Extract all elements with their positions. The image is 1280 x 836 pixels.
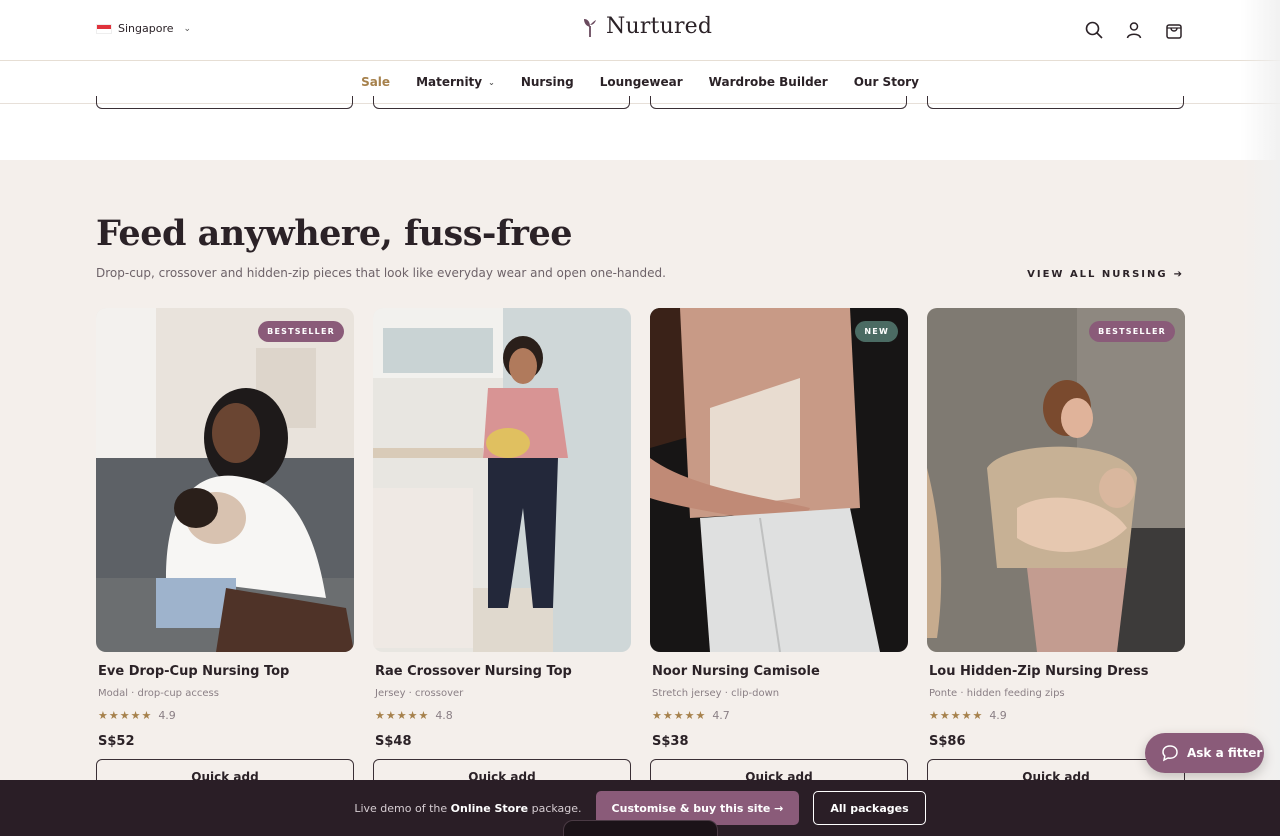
section-subtitle: Drop-cup, crossover and hidden-zip piece…	[96, 266, 666, 280]
chat-bubble-icon	[1162, 745, 1178, 762]
star-rating-icon: ★★★★★	[652, 709, 707, 722]
product-photo	[650, 308, 908, 652]
arrow-right-icon: ➔	[1173, 269, 1184, 280]
brand-logo[interactable]: Nurtured	[582, 14, 712, 39]
nav-item-sale[interactable]: Sale	[361, 75, 390, 89]
product-card[interactable]: BESTSELLER Eve Drop-Cup Nursing Top Moda…	[96, 308, 354, 795]
product-rating: ★★★★★ 4.7	[652, 709, 730, 722]
product-image[interactable]: NEW	[650, 308, 908, 652]
product-rating: ★★★★★ 4.9	[98, 709, 176, 722]
product-name[interactable]: Noor Nursing Camisole	[650, 664, 908, 679]
ask-a-fitter-button[interactable]: Ask a fitter	[1145, 733, 1264, 773]
product-meta: Modal · drop-cup access	[98, 688, 219, 699]
brand-name: Nurtured	[606, 14, 713, 39]
product-meta: Jersey · crossover	[375, 688, 464, 699]
sprout-icon	[584, 18, 596, 37]
product-name[interactable]: Eve Drop-Cup Nursing Top	[96, 664, 354, 679]
product-rating: ★★★★★ 4.8	[375, 709, 453, 722]
all-packages-button[interactable]: All packages	[813, 791, 926, 825]
singapore-flag-icon	[96, 23, 112, 34]
section-title: Feed anywhere, fuss-free	[96, 213, 572, 254]
product-image[interactable]	[373, 308, 631, 652]
product-image[interactable]: BESTSELLER	[927, 308, 1185, 652]
bestseller-badge: BESTSELLER	[258, 321, 344, 342]
product-image[interactable]: BESTSELLER	[96, 308, 354, 652]
region-label: Singapore	[118, 22, 174, 35]
star-rating-icon: ★★★★★	[375, 709, 430, 722]
star-rating-icon: ★★★★★	[929, 709, 984, 722]
tool-dock[interactable]	[563, 820, 718, 836]
product-name[interactable]: Rae Crossover Nursing Top	[373, 664, 631, 679]
new-badge: NEW	[855, 321, 898, 342]
previous-quick-add-button[interactable]	[650, 96, 907, 109]
account-icon[interactable]	[1124, 20, 1144, 40]
nav-item-maternity[interactable]: Maternity ⌄	[416, 75, 495, 89]
product-price: S$38	[652, 734, 689, 749]
product-name[interactable]: Lou Hidden-Zip Nursing Dress	[927, 664, 1185, 679]
product-price: S$52	[98, 734, 135, 749]
nav-item-our-story[interactable]: Our Story	[854, 75, 919, 89]
nav-item-wardrobe-builder[interactable]: Wardrobe Builder	[709, 75, 828, 89]
demo-text: Live demo of the Online Store package.	[354, 801, 582, 815]
previous-quick-add-button[interactable]	[927, 96, 1184, 109]
product-meta: Stretch jersey · clip-down	[652, 688, 780, 699]
product-card[interactable]: Rae Crossover Nursing Top Jersey · cross…	[373, 308, 631, 795]
chevron-down-icon: ⌄	[183, 23, 192, 34]
previous-quick-add-button[interactable]	[96, 96, 353, 109]
bag-icon[interactable]	[1164, 20, 1184, 40]
search-icon[interactable]	[1084, 20, 1104, 40]
product-card[interactable]: NEW Noor Nursing Camisole Stretch jersey…	[650, 308, 908, 795]
previous-section	[0, 104, 1280, 160]
view-all-nursing-link[interactable]: VIEW ALL NURSING ➔	[1027, 269, 1184, 280]
product-photo	[96, 308, 354, 652]
nav-item-nursing[interactable]: Nursing	[521, 75, 574, 89]
product-card[interactable]: BESTSELLER Lou Hidden-Zip Nursing Dress …	[927, 308, 1185, 795]
product-photo	[927, 308, 1185, 652]
product-photo	[373, 308, 631, 652]
header: Singapore ⌄ Nurtured	[0, 0, 1280, 61]
previous-quick-add-button[interactable]	[373, 96, 630, 109]
product-rating: ★★★★★ 4.9	[929, 709, 1007, 722]
region-selector[interactable]: Singapore ⌄	[96, 22, 191, 35]
bestseller-badge: BESTSELLER	[1089, 321, 1175, 342]
product-meta: Ponte · hidden feeding zips	[929, 688, 1065, 699]
nav-item-loungewear[interactable]: Loungewear	[600, 75, 683, 89]
product-price: S$48	[375, 734, 412, 749]
chevron-down-icon: ⌄	[488, 77, 495, 87]
star-rating-icon: ★★★★★	[98, 709, 153, 722]
